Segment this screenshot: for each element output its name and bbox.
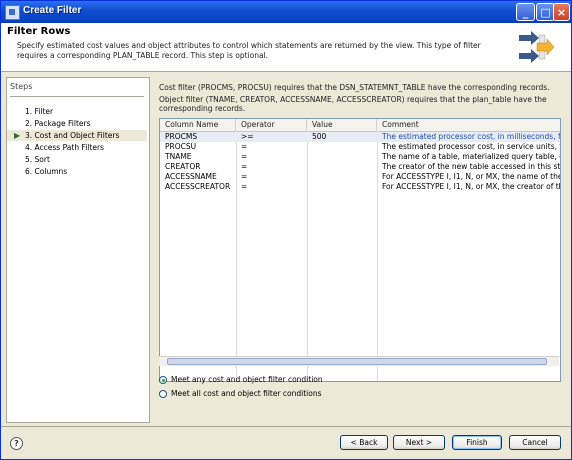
cell-operator[interactable]: >= [236, 132, 307, 142]
page-description: Specify estimated cost values and object… [17, 41, 481, 60]
cell-value[interactable] [307, 152, 377, 162]
radio-unselected-icon [159, 390, 167, 398]
close-button[interactable]: × [553, 3, 570, 21]
step-columns[interactable]: 6. Columns [7, 166, 147, 177]
radio-meet-any[interactable]: Meet any cost and object filter conditio… [159, 374, 323, 386]
step-label: 2. Package Filters [25, 119, 91, 128]
cell-column-name: TNAME [165, 152, 192, 161]
cell-column-name: PROCSU [165, 142, 197, 151]
cell-value[interactable] [307, 182, 377, 192]
cell-comment: The name of a table, materialized query … [382, 152, 560, 161]
cell-value[interactable]: 500 [307, 132, 377, 142]
cancel-button[interactable]: Cancel [509, 435, 561, 450]
footer-divider [1, 426, 571, 427]
cell-comment: The estimated processor cost, in millise… [382, 132, 560, 141]
radio-meet-any-label: Meet any cost and object filter conditio… [171, 375, 323, 384]
cell-column-name: CREATOR [165, 162, 201, 171]
table-row[interactable]: CREATOR = The creator of the new table a… [160, 162, 560, 172]
wizard-header: Filter Rows Specify estimated cost value… [1, 23, 571, 72]
table-row[interactable]: PROCMS >= 500 The estimated processor co… [160, 132, 560, 142]
current-step-arrow-icon: ▶ [14, 131, 21, 140]
table-row[interactable]: ACCESSCREATOR = For ACCESSTYPE I, I1, N,… [160, 182, 560, 192]
cell-operator[interactable]: = [236, 172, 307, 182]
step-package-filters[interactable]: 2. Package Filters [7, 118, 147, 129]
steps-panel: Steps 1. Filter 2. Package Filters ▶ 3. C… [6, 77, 150, 423]
radio-selected-icon [159, 376, 167, 384]
cell-value[interactable] [307, 172, 377, 182]
table-row[interactable]: PROCSU = The estimated processor cost, i… [160, 142, 560, 152]
cell-column-name: ACCESSNAME [165, 172, 217, 181]
cell-column-name: ACCESSCREATOR [165, 182, 231, 191]
column-header-name[interactable]: Column Name [160, 119, 236, 131]
step-cost-and-object-filters[interactable]: ▶ 3. Cost and Object Filters [7, 130, 147, 141]
column-header-comment[interactable]: Comment [377, 119, 560, 131]
next-button[interactable]: Next > [393, 435, 445, 450]
back-button[interactable]: < Back [340, 435, 388, 450]
table-row[interactable]: ACCESSNAME = For ACCESSTYPE I, I1, N, or… [160, 172, 560, 182]
cell-value[interactable] [307, 162, 377, 172]
cell-value[interactable] [307, 142, 377, 152]
step-label: 1. Filter [25, 107, 54, 116]
cell-operator[interactable]: = [236, 142, 307, 152]
cost-filter-info: Cost filter (PROCMS, PROCSU) requires th… [159, 83, 550, 92]
filter-table[interactable]: Column Name Operator Value Comment PROCM… [159, 118, 561, 382]
title-bar[interactable]: Create Filter _ □ × [1, 1, 571, 23]
step-label: 3. Cost and Object Filters [25, 131, 120, 140]
column-header-operator[interactable]: Operator [236, 119, 307, 131]
cell-comment: For ACCESSTYPE I, I1, N, or MX, the name… [382, 172, 560, 181]
filter-wizard-icon [519, 31, 555, 63]
cell-comment: The creator of the new table accessed in… [382, 162, 560, 171]
step-label: 6. Columns [25, 167, 68, 176]
app-icon [5, 5, 20, 20]
table-header: Column Name Operator Value Comment [160, 119, 560, 132]
step-sort[interactable]: 5. Sort [7, 154, 147, 165]
table-horizontal-scrollbar[interactable] [159, 356, 559, 366]
radio-meet-all-label: Meet all cost and object filter conditio… [171, 389, 322, 398]
steps-title: Steps [10, 82, 33, 91]
cell-operator[interactable]: = [236, 182, 307, 192]
page-title: Filter Rows [7, 26, 71, 37]
cell-comment: The estimated processor cost, in service… [382, 142, 560, 151]
create-filter-window: Create Filter _ □ × Filter Rows Specify … [0, 0, 572, 460]
step-label: 4. Access Path Filters [25, 143, 104, 152]
cell-column-name: PROCMS [165, 132, 198, 141]
finish-button[interactable]: Finish [452, 435, 502, 450]
main-panel: Cost filter (PROCMS, PROCSU) requires th… [154, 77, 566, 421]
radio-meet-all[interactable]: Meet all cost and object filter conditio… [159, 388, 322, 400]
step-label: 5. Sort [25, 155, 50, 164]
help-icon[interactable]: ? [10, 437, 23, 450]
step-access-path-filters[interactable]: 4. Access Path Filters [7, 142, 147, 153]
cell-operator[interactable]: = [236, 152, 307, 162]
object-filter-info: Object filter (TNAME, CREATOR, ACCESSNAM… [159, 95, 547, 113]
scrollbar-thumb[interactable] [167, 358, 547, 365]
window-title: Create Filter [23, 5, 82, 16]
cell-operator[interactable]: = [236, 162, 307, 172]
cell-comment: For ACCESSTYPE I, I1, N, or MX, the crea… [382, 182, 560, 191]
column-header-value[interactable]: Value [307, 119, 377, 131]
minimize-button[interactable]: _ [516, 3, 535, 21]
step-filter[interactable]: 1. Filter [7, 106, 147, 117]
table-row[interactable]: TNAME = The name of a table, materialize… [160, 152, 560, 162]
steps-divider [10, 96, 144, 97]
